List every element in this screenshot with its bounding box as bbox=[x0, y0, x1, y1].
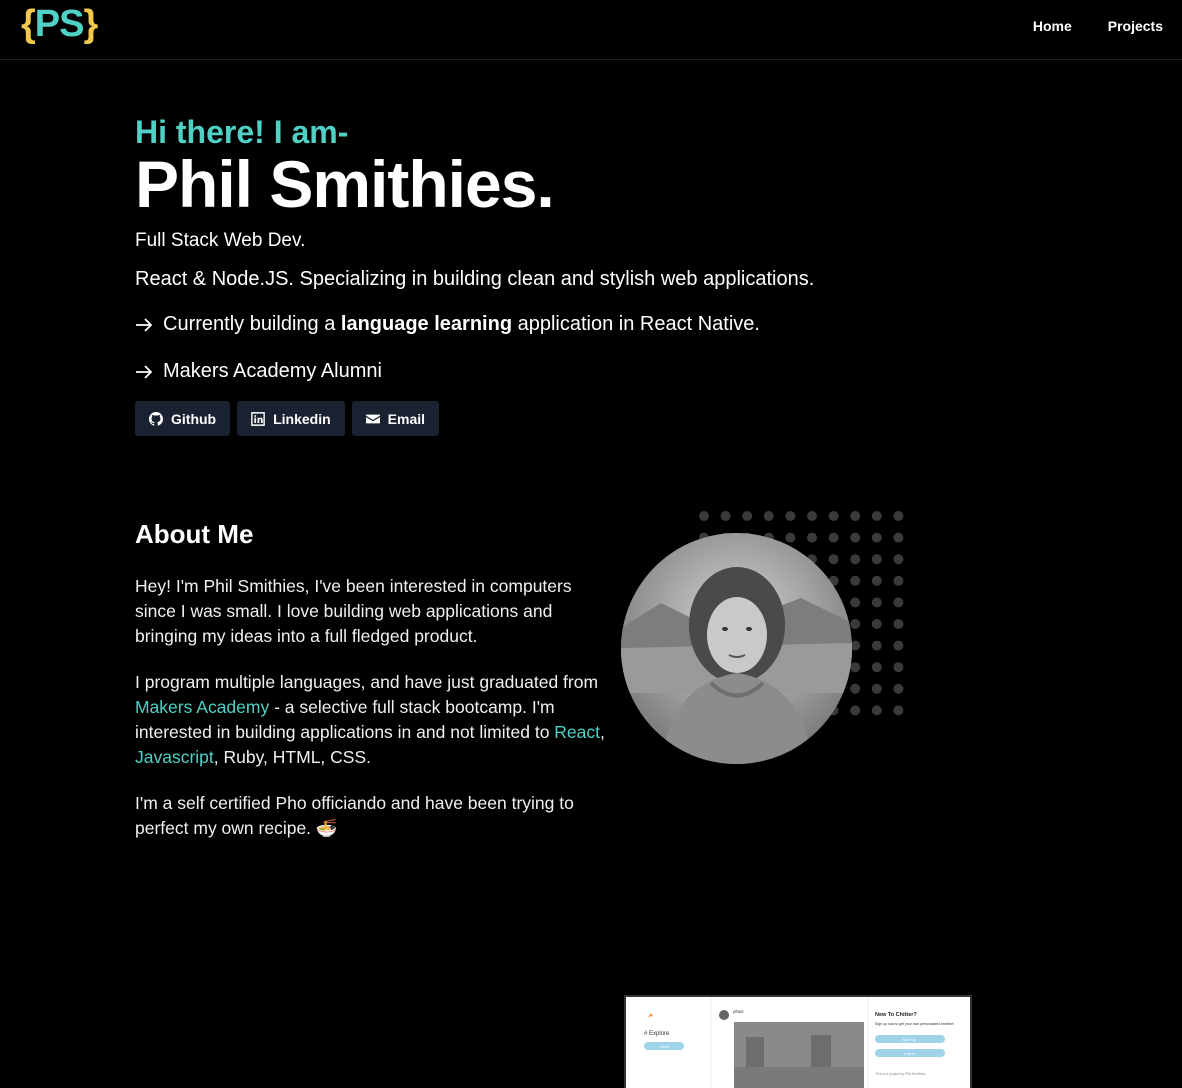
hero-section: Hi there! I am- Phil Smithies. Full Stac… bbox=[135, 112, 1035, 436]
linkedin-icon bbox=[251, 411, 265, 426]
nav-links: Home Projects bbox=[1033, 18, 1163, 34]
decor-dot bbox=[807, 532, 817, 543]
decor-dot bbox=[742, 511, 753, 521]
decor-dot bbox=[850, 705, 861, 716]
about-paragraph-3: I'm a self certified Pho officiando and … bbox=[135, 793, 574, 838]
hero-role: Full Stack Web Dev. bbox=[135, 230, 306, 251]
decor-dot bbox=[785, 532, 796, 543]
email-button[interactable]: Email bbox=[351, 401, 440, 436]
decor-dot bbox=[871, 662, 882, 673]
preview-user: phaiz bbox=[733, 1009, 745, 1014]
about-p2-text-c: , bbox=[600, 722, 605, 742]
decor-dot bbox=[850, 511, 861, 521]
decor-dot bbox=[871, 597, 882, 608]
logo-brace-close: } bbox=[83, 3, 99, 45]
decor-dot bbox=[893, 597, 904, 608]
javascript-link[interactable]: Javascript bbox=[135, 747, 214, 767]
about-p2-text-a: I program multiple languages, and have j… bbox=[135, 672, 599, 692]
linkedin-button[interactable]: Linkedin bbox=[237, 401, 345, 436]
preview-signup: Sign Up bbox=[902, 1037, 917, 1042]
decor-dot bbox=[871, 532, 882, 543]
decor-dot bbox=[828, 511, 839, 521]
decor-dot bbox=[850, 554, 861, 565]
decor-dot bbox=[850, 683, 861, 694]
decor-dot bbox=[785, 511, 796, 521]
logo-brace-open: { bbox=[21, 3, 36, 45]
about-paragraph-1: Hey! I'm Phil Smithies, I've been intere… bbox=[135, 576, 572, 646]
decor-dot bbox=[871, 640, 882, 651]
decor-dot bbox=[871, 705, 882, 716]
logo-text: PS bbox=[34, 3, 85, 45]
github-label: Github bbox=[171, 410, 217, 427]
about-section: About Me Hey! I'm Phil Smithies, I've be… bbox=[135, 519, 605, 862]
decor-dot bbox=[763, 511, 774, 521]
decor-dot bbox=[850, 575, 861, 586]
makers-academy-link[interactable]: Makers Academy bbox=[135, 697, 269, 717]
preview-sidebar-title: New To Chitter? bbox=[875, 1012, 917, 1018]
decor-dot bbox=[893, 640, 904, 651]
project-preview-screenshot[interactable]: # Explore Tweet phaiz New To Chitter? Si… bbox=[624, 995, 972, 1088]
decor-dot bbox=[893, 575, 904, 586]
decor-dot bbox=[720, 511, 731, 521]
arrow-right-icon bbox=[136, 364, 153, 379]
email-label: Email bbox=[387, 410, 426, 427]
about-paragraph-2: I program multiple languages, and have j… bbox=[135, 670, 605, 770]
react-link[interactable]: React bbox=[554, 722, 600, 742]
decor-dot bbox=[828, 554, 839, 565]
decor-dot bbox=[699, 511, 709, 521]
decor-dot bbox=[871, 683, 882, 694]
hero-bullet-current-project: Currently building a language learning a… bbox=[135, 313, 1035, 336]
bullet-pre: Currently building a bbox=[163, 313, 336, 335]
bullet-bold: language learning bbox=[340, 313, 513, 335]
decor-dot bbox=[871, 575, 882, 586]
decor-dot bbox=[871, 511, 882, 521]
hero-bullet-alumni: Makers Academy Alumni bbox=[135, 360, 1035, 383]
about-title: About Me bbox=[135, 519, 254, 549]
decor-dot bbox=[850, 662, 861, 673]
nav-projects-link[interactable]: Projects bbox=[1108, 18, 1163, 34]
preview-login: Log In bbox=[904, 1051, 915, 1056]
decor-dot bbox=[850, 597, 861, 608]
nav-home-link[interactable]: Home bbox=[1033, 18, 1072, 34]
decor-dot bbox=[893, 554, 904, 565]
decor-dot bbox=[871, 554, 882, 565]
envelope-icon bbox=[365, 414, 380, 423]
github-button[interactable]: Github bbox=[135, 401, 231, 436]
decor-dot bbox=[893, 683, 904, 694]
decor-dot bbox=[850, 619, 861, 629]
decor-dot bbox=[828, 532, 839, 543]
decor-dot bbox=[871, 619, 882, 629]
linkedin-label: Linkedin bbox=[273, 410, 331, 427]
decor-dot bbox=[893, 511, 904, 521]
profile-photo bbox=[621, 533, 852, 764]
preview-sidebar-text: Sign up now to get your own personalized… bbox=[875, 1022, 954, 1026]
logo[interactable]: {PS} bbox=[21, 3, 99, 46]
social-buttons: Github Linkedin Email bbox=[135, 401, 1035, 436]
decor-dot bbox=[807, 511, 817, 521]
decor-dot bbox=[850, 532, 861, 543]
hero-name: Phil Smithies. bbox=[135, 147, 555, 221]
hero-tagline: React & Node.JS. Specializing in buildin… bbox=[135, 268, 815, 290]
preview-explore: # Explore bbox=[644, 1031, 670, 1037]
bullet-post: application in React Native. bbox=[517, 313, 760, 335]
decor-dot bbox=[893, 532, 904, 543]
arrow-right-icon bbox=[136, 317, 153, 332]
preview-footer: This is a project by Phil Smithies. bbox=[875, 1072, 926, 1076]
bullet-alumni-text: Makers Academy Alumni bbox=[163, 360, 382, 382]
preview-sidebar-button: Tweet bbox=[659, 1044, 671, 1049]
github-icon bbox=[149, 411, 163, 426]
decor-dot bbox=[893, 662, 904, 673]
decor-dot bbox=[893, 705, 904, 716]
decor-dot bbox=[893, 619, 904, 629]
hero-greeting: Hi there! I am- bbox=[135, 114, 349, 150]
top-navbar: {PS} Home Projects bbox=[0, 0, 1182, 60]
about-p2-text-d: , Ruby, HTML, CSS. bbox=[213, 747, 371, 767]
